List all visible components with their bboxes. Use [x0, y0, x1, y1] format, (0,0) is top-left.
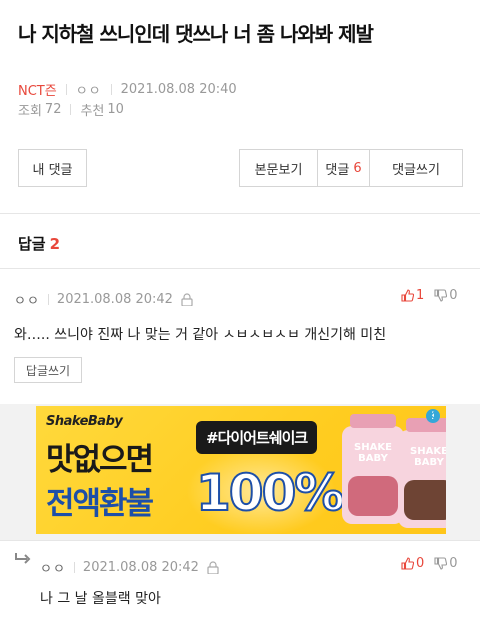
meta-divider	[110, 84, 112, 95]
likes-label: 추천	[80, 104, 105, 119]
comments-count: 6	[353, 160, 362, 176]
ad-hashtag: #다이어트쉐이크	[196, 421, 318, 454]
post-title: 나 지하철 쓰니인데 댓쓰나 너 좀 나와봐 제발	[18, 22, 374, 46]
comment-author: ㅇㅇ	[14, 294, 40, 309]
comment-votes: 1 0	[401, 288, 458, 303]
comment-actions: 본문보기 댓글 6 댓글쓰기	[239, 149, 463, 187]
meta-divider	[70, 104, 72, 115]
comment-author: ㅇㅇ	[40, 562, 66, 577]
comment-meta: ㅇㅇ 2021.08.08 20:42	[40, 558, 219, 577]
views-count: 72	[44, 102, 62, 117]
product-bottle-image: SHAKE BABY	[342, 414, 404, 524]
upvote-count: 1	[416, 288, 425, 303]
lock-icon	[181, 293, 193, 306]
view-post-button[interactable]: 본문보기	[240, 150, 318, 186]
comment-date: 2021.08.08 20:42	[56, 292, 173, 307]
comments-button[interactable]: 댓글 6	[318, 150, 370, 186]
lock-icon	[207, 561, 219, 574]
upvote-button[interactable]: 0	[401, 556, 424, 571]
comment-text: 나 그 날 올블랙 맞아	[40, 591, 161, 607]
product-bottle-image: SHAKE BABY	[398, 418, 446, 528]
downvote-count: 0	[449, 288, 458, 303]
ad-subheadline: 전액환불	[46, 486, 154, 522]
ad-percent: 100%	[195, 463, 345, 523]
views-label: 조회	[18, 104, 42, 119]
upvote-button[interactable]: 1	[401, 288, 424, 303]
ad-brand: ShakeBaby	[46, 414, 123, 429]
thumbs-up-icon	[401, 557, 414, 570]
section-divider	[0, 213, 480, 214]
post-stats: 조회 72 추천 10	[18, 100, 124, 119]
post-date: 2021.08.08 20:40	[120, 82, 237, 97]
post-category[interactable]: NCT즌	[18, 80, 57, 99]
reply-arrow-icon	[15, 553, 31, 564]
replies-header: 답글 2	[18, 233, 60, 254]
section-divider	[0, 268, 480, 269]
comment-meta: ㅇㅇ 2021.08.08 20:42	[14, 290, 193, 309]
post-meta: NCT즌 ㅇㅇ 2021.08.08 20:40	[18, 80, 237, 99]
likes-count: 10	[107, 102, 124, 117]
my-comments-button[interactable]: 내 댓글	[18, 149, 87, 187]
comment-date: 2021.08.08 20:42	[82, 560, 199, 575]
thumbs-up-icon	[401, 289, 414, 302]
replies-count: 2	[49, 235, 61, 253]
comments-label: 댓글	[325, 162, 350, 178]
section-divider	[0, 540, 480, 541]
comment-votes: 0 0	[401, 556, 458, 571]
reply-button[interactable]: 답글쓰기	[14, 357, 82, 383]
meta-divider	[73, 562, 75, 573]
upvote-count: 0	[416, 556, 425, 571]
downvote-button[interactable]: 0	[434, 288, 458, 303]
downvote-count: 0	[449, 556, 458, 571]
thumbs-down-icon	[434, 557, 448, 570]
downvote-button[interactable]: 0	[434, 556, 458, 571]
meta-divider	[65, 84, 67, 95]
ad-banner[interactable]: ShakeBaby 맛없으면 전액환불 #다이어트쉐이크 100% SHAKE …	[36, 406, 446, 534]
comment-text: 와….. 쓰니야 진짜 나 맞는 거 같아 ㅅㅂㅅㅂㅅㅂ 개신기해 미친	[14, 327, 387, 343]
meta-divider	[47, 294, 49, 305]
post-author: ㅇㅇ	[75, 84, 102, 99]
ad-headline: 맛없으면	[46, 442, 154, 478]
write-comment-button[interactable]: 댓글쓰기	[370, 150, 462, 186]
close-icon[interactable]: ✕	[424, 410, 438, 424]
thumbs-down-icon	[434, 289, 448, 302]
replies-label: 답글	[18, 235, 46, 253]
